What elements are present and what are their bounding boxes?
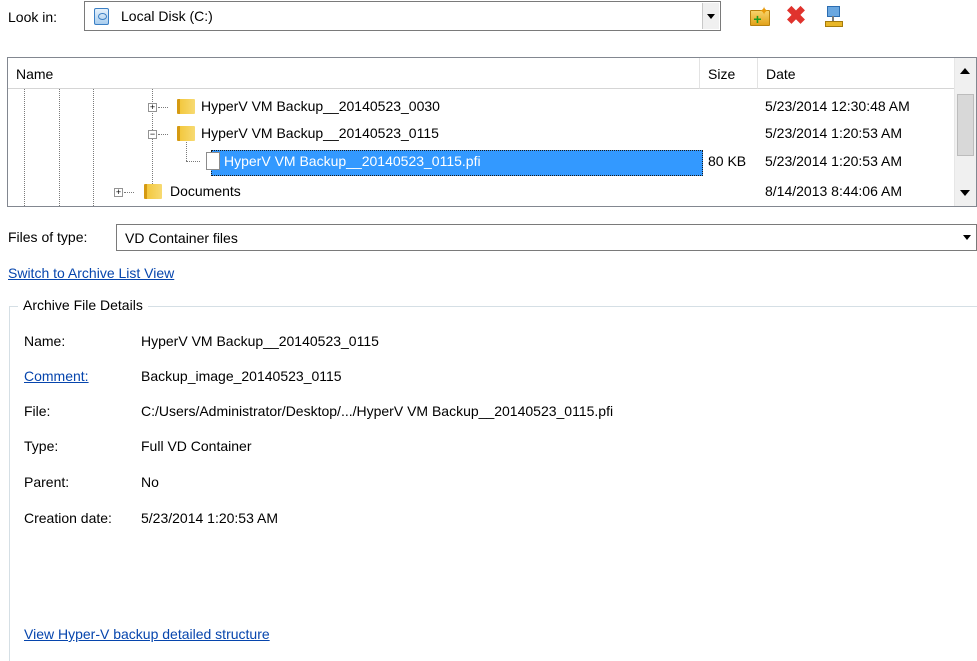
item-date: 5/23/2014 1:20:53 AM [765,153,902,169]
list-item[interactable]: + HyperV VM Backup__20140523_0030 5/23/2… [8,93,955,122]
collapse-icon[interactable]: − [148,130,157,139]
look-in-combo[interactable]: Local Disk (C:) [84,1,721,31]
file-icon [206,152,220,170]
item-name: HyperV VM Backup__20140523_0030 [201,98,440,114]
new-folder-icon[interactable]: + ✦ [749,5,771,27]
column-header-date[interactable]: Date [758,58,955,89]
folder-icon [177,126,195,141]
item-size: 80 KB [708,153,747,169]
file-value: C:/Users/Administrator/Desktop/.../Hyper… [141,403,614,419]
list-item-selected[interactable]: HyperV VM Backup__20140523_0115.pfi 80 K… [8,148,955,177]
folder-icon [144,184,162,199]
chevron-down-icon [707,13,715,19]
look-in-label: Look in: [8,9,58,25]
column-header-name[interactable]: Name [8,58,700,89]
archive-details-title: Archive File Details [18,297,148,313]
type-label: Type: [24,438,59,454]
vertical-scrollbar[interactable] [954,58,976,206]
file-list[interactable]: Name Size Date + HyperV VM Backup__20140… [7,57,977,207]
expand-icon[interactable]: + [148,103,157,112]
files-of-type-label: Files of type: [8,229,88,245]
list-item[interactable]: − HyperV VM Backup__20140523_0115 5/23/2… [8,120,955,149]
look-in-value: Local Disk (C:) [121,8,213,24]
list-item[interactable]: + Documents 8/14/2013 8:44:06 AM [8,178,955,206]
scroll-thumb[interactable] [957,94,974,156]
switch-to-archive-list-link[interactable]: Switch to Archive List View [8,265,174,281]
scroll-up-icon[interactable] [960,68,970,74]
column-header-size[interactable]: Size [700,58,758,89]
scroll-down-icon[interactable] [960,190,970,196]
folder-icon [177,99,195,114]
type-value: Full VD Container [141,438,252,454]
delete-icon[interactable]: ✖ [785,4,807,29]
creation-date-label: Creation date: [24,510,112,526]
item-name: HyperV VM Backup__20140523_0115.pfi [224,153,481,169]
name-label: Name: [24,333,66,349]
item-date: 8/14/2013 8:44:06 AM [765,183,902,199]
item-name: HyperV VM Backup__20140523_0115 [201,125,439,141]
parent-label: Parent: [24,474,70,490]
item-date: 5/23/2014 1:20:53 AM [765,125,902,141]
local-disk-icon [94,8,109,25]
look-in-dropdown-button[interactable] [702,3,719,29]
creation-date-value: 5/23/2014 1:20:53 AM [141,510,278,526]
files-of-type-dropdown-button[interactable] [958,226,975,249]
network-icon[interactable] [822,5,844,27]
name-value: HyperV VM Backup__20140523_0115 [141,333,379,349]
file-label: File: [24,403,51,419]
expand-icon[interactable]: + [114,188,123,197]
parent-value: No [141,474,159,490]
comment-value: Backup_image_20140523_0115 [141,368,342,384]
files-of-type-combo[interactable]: VD Container files [116,224,977,251]
item-name: Documents [170,183,241,199]
item-date: 5/23/2014 12:30:48 AM [765,98,910,114]
comment-link[interactable]: Comment: [24,368,89,384]
chevron-down-icon [962,235,971,240]
files-of-type-value: VD Container files [125,230,238,246]
view-hyperv-structure-link[interactable]: View Hyper-V backup detailed structure [24,626,270,642]
